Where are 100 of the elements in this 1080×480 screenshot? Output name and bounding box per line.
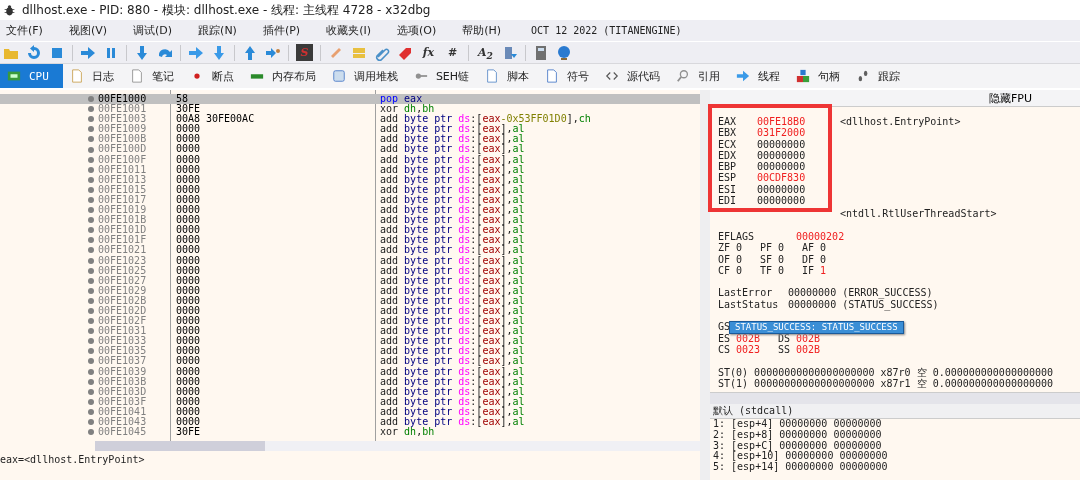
register-value[interactable]: 00000000 — [757, 138, 840, 150]
menu-item[interactable]: 调试(D) — [133, 23, 173, 38]
tab[interactable]: CPU — [0, 64, 63, 88]
breakpoint-dot-icon[interactable] — [88, 227, 94, 234]
breakpoint-dot-icon[interactable] — [88, 429, 94, 436]
register-value[interactable]: 00000000 — [757, 149, 840, 162]
flag-value[interactable]: 0 — [820, 242, 844, 254]
breakpoint-dot-icon[interactable] — [88, 328, 94, 335]
breakpoint-dot-icon[interactable] — [88, 267, 94, 274]
tab[interactable]: 日志 — [62, 64, 123, 88]
bytes: 0000 — [176, 174, 202, 185]
menu-item[interactable]: 帮助(H) — [462, 23, 502, 38]
tag-register: x87r0 — [880, 366, 911, 378]
trace-into-icon[interactable] — [188, 44, 204, 61]
instruction: xor dh,bh — [380, 104, 435, 115]
register-value[interactable]: 00000000000000000000 — [754, 377, 875, 390]
flag-value[interactable]: 0 — [778, 242, 802, 254]
register-value[interactable]: 002B — [736, 332, 778, 344]
step-into-icon[interactable] — [134, 44, 150, 61]
tab[interactable]: 符号 — [538, 64, 599, 88]
breakpoint-dot-icon[interactable] — [88, 166, 94, 173]
tab[interactable]: 调用堆栈 — [324, 64, 407, 88]
register-name: CS — [718, 343, 732, 356]
tab[interactable]: 线程 — [729, 64, 790, 88]
flag-value[interactable]: 0 — [736, 253, 760, 265]
trace-over-icon[interactable] — [211, 44, 227, 61]
breakpoint-dot-icon[interactable] — [88, 136, 94, 143]
register-value[interactable]: 00CDF830 — [757, 172, 840, 184]
breakpoint-dot-icon[interactable] — [88, 186, 94, 193]
menu-item[interactable]: 插件(P) — [262, 23, 301, 38]
restart-icon[interactable] — [26, 44, 42, 61]
flag-value[interactable]: 0 — [778, 253, 802, 265]
tab[interactable]: 内存布局 — [242, 64, 325, 88]
register-value[interactable]: 00000000 — [788, 298, 837, 311]
breakpoint-dot-icon[interactable] — [88, 378, 94, 385]
breakpoint-dot-icon[interactable] — [88, 358, 94, 365]
menu-item[interactable]: 选项(O) — [396, 23, 437, 38]
register-value[interactable]: 00000202 — [796, 230, 879, 243]
breakpoint-dot-icon[interactable] — [88, 287, 94, 294]
splitter-bar[interactable] — [700, 90, 710, 480]
breakpoint-dot-icon[interactable] — [88, 318, 94, 325]
register-value[interactable]: 002B — [796, 343, 838, 356]
breakpoint-dot-icon[interactable] — [88, 176, 94, 183]
tab[interactable]: 源代码 — [598, 64, 670, 88]
breakpoint-dot-icon[interactable] — [88, 398, 94, 405]
menu-item[interactable]: 文件(F) — [6, 23, 43, 38]
menu-item[interactable]: 收藏夹(I) — [326, 23, 371, 38]
register-value[interactable]: 00000000 — [757, 195, 840, 207]
step-out-icon[interactable] — [242, 44, 258, 61]
breakpoint-dot-icon[interactable] — [88, 419, 94, 426]
flag-value[interactable]: 0 — [736, 242, 760, 254]
globe-icon[interactable] — [555, 44, 572, 61]
breakpoint-dot-icon[interactable] — [88, 308, 94, 314]
register-value[interactable]: 00000000 — [757, 161, 840, 173]
tab[interactable]: 断点 — [182, 64, 243, 88]
bytes: 0000 — [176, 346, 202, 357]
flag-value[interactable]: 0 — [820, 253, 844, 265]
breakpoint-dot-icon[interactable] — [88, 217, 94, 224]
breakpoint-dot-icon[interactable] — [88, 207, 94, 214]
register-value[interactable]: 031F2000 — [757, 127, 840, 139]
breakpoint-dot-icon[interactable] — [88, 156, 94, 163]
register-value[interactable]: 00000000 — [788, 287, 837, 299]
hide-fpu-button[interactable]: 隐藏FPU — [710, 90, 1080, 107]
menu-item[interactable]: 视图(V) — [68, 23, 108, 38]
flag-value[interactable]: 0 — [778, 264, 802, 277]
breakpoint-dot-icon[interactable] — [88, 338, 94, 345]
breakpoint-dot-icon[interactable] — [88, 408, 94, 415]
breakpoint-dot-icon[interactable] — [88, 146, 94, 153]
tab[interactable]: 引用 — [669, 64, 730, 88]
register-value[interactable]: 00000000000000000000 — [754, 366, 875, 378]
tab[interactable]: 跟踪 — [849, 64, 910, 88]
register-value[interactable]: 00000000 — [757, 183, 840, 196]
tab[interactable]: 句柄 — [789, 64, 850, 88]
breakpoint-dot-icon[interactable] — [88, 348, 94, 355]
breakpoint-dot-icon[interactable] — [88, 197, 94, 203]
breakpoint-dot-icon[interactable] — [88, 106, 94, 113]
breakpoint-dot-icon[interactable] — [88, 126, 94, 133]
breakpoint-dot-icon[interactable] — [88, 297, 94, 304]
breakpoint-dot-icon[interactable] — [88, 388, 94, 395]
flag-value[interactable]: 0 — [736, 264, 760, 277]
register-value[interactable]: 002B — [796, 332, 838, 344]
tab[interactable]: 脚本 — [478, 64, 539, 88]
tab[interactable]: SEH链 — [406, 64, 479, 88]
tab[interactable]: 笔记 — [122, 64, 183, 88]
breakpoint-dot-icon[interactable] — [88, 247, 94, 254]
register-value[interactable]: 00FE18B0 — [757, 116, 840, 128]
calling-convention-header[interactable]: 默认 (stdcall) — [710, 404, 1080, 419]
breakpoint-dot-icon[interactable] — [88, 368, 94, 375]
horizontal-scrollbar[interactable] — [95, 441, 700, 451]
flag-value[interactable]: 1 — [820, 264, 844, 277]
instruction: add byte ptr ds:[eax],al — [380, 124, 525, 135]
run-icon[interactable] — [80, 44, 96, 61]
register-value[interactable]: 0023 — [736, 343, 778, 356]
breakpoint-dot-icon[interactable] — [88, 237, 94, 244]
breakpoint-dot-icon[interactable] — [88, 96, 94, 103]
address: 00FE1019 — [98, 205, 148, 216]
breakpoint-dot-icon[interactable] — [88, 116, 94, 123]
breakpoint-dot-icon[interactable] — [88, 257, 94, 264]
menu-item[interactable]: 跟踪(N) — [198, 23, 237, 38]
breakpoint-dot-icon[interactable] — [88, 277, 94, 284]
